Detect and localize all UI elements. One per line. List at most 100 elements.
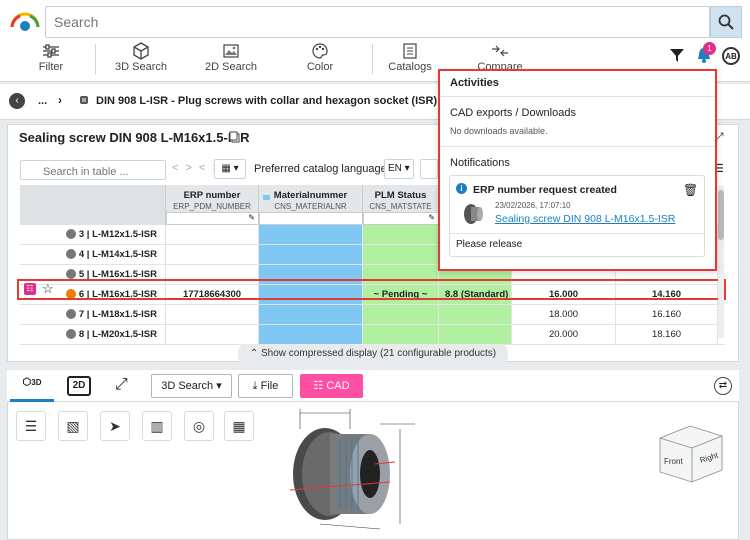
sync-icon[interactable]: ⇄ — [714, 377, 732, 395]
logo-icon[interactable] — [8, 9, 42, 31]
table-header-label — [20, 185, 166, 225]
trash-icon[interactable]: 🗑︎ — [683, 183, 698, 197]
plm-status-cell[interactable] — [363, 325, 439, 344]
search-button[interactable] — [710, 6, 742, 38]
dimension-d1-cell[interactable]: 20.000 — [512, 325, 616, 344]
cad-exports-empty: No downloads available. — [450, 126, 548, 136]
palette-icon — [312, 43, 328, 59]
status-dot-icon — [66, 309, 77, 320]
copy-icon[interactable] — [229, 131, 240, 143]
breadcrumb-ellipsis[interactable]: ... — [38, 95, 47, 107]
column-materialnummer-sub: CNS_MATERIALNR — [274, 202, 347, 211]
toolbar-catalogs[interactable]: Catalogs — [385, 41, 435, 77]
cube-icon — [133, 42, 149, 60]
row-label: 4 | L-M14x1.5-ISR — [76, 249, 157, 260]
dimension-d2-cell[interactable]: 16.160 — [616, 305, 718, 324]
compressed-display-toggle[interactable]: ⌃ Show compressed display (21 configurab… — [238, 344, 508, 364]
row-label-cell[interactable]: 4 | L-M14x1.5-ISR — [20, 245, 166, 264]
status-dot-icon — [66, 329, 77, 340]
divider — [440, 96, 715, 97]
cad-exports-title: CAD exports / Downloads — [450, 107, 576, 119]
file-label: File — [260, 380, 279, 392]
plm-status-cell[interactable] — [363, 245, 439, 264]
3d-search-dropdown[interactable]: 3D Search ▾ — [151, 374, 232, 398]
back-button[interactable]: ‹ — [9, 93, 25, 109]
plm-status-cell[interactable] — [363, 225, 439, 244]
product-thumbnail — [464, 204, 483, 224]
edit-icon[interactable]: ✎ — [166, 212, 259, 225]
list-icon[interactable]: ☰ — [16, 411, 46, 441]
erp-cell[interactable] — [166, 245, 259, 264]
edit-icon[interactable]: ✎ — [363, 212, 439, 225]
cad-link-icon[interactable]: ☷ — [24, 283, 36, 295]
chevron-right-icon: › — [58, 93, 62, 107]
row-label-cell[interactable]: 8 | L-M20x1.5-ISR — [20, 325, 166, 344]
materialnummer-cell[interactable] — [259, 225, 363, 244]
cad-button[interactable]: ☷ CAD — [300, 374, 363, 398]
notification-product-link[interactable]: Sealing screw DIN 908 L-M16x1.5-ISR — [495, 213, 675, 225]
notification-message: Please release — [456, 239, 523, 250]
materialnummer-cell[interactable] — [259, 325, 363, 344]
toolbar-2d-search[interactable]: 2D Search — [200, 41, 262, 77]
table-search-input[interactable] — [20, 160, 166, 180]
dimension-d1-cell[interactable]: 18.000 — [512, 305, 616, 324]
status-dot-icon — [66, 229, 77, 240]
table-view-icon[interactable]: ▦ — [224, 411, 254, 441]
toolbar-color-label: Color — [306, 61, 334, 73]
table-row[interactable]: 8 | L-M20x1.5-ISR 20.000 18.160 — [20, 325, 725, 345]
activities-title: Activities — [450, 77, 499, 89]
column-filter-field[interactable] — [259, 212, 363, 225]
version-cell[interactable] — [439, 305, 512, 324]
version-cell[interactable] — [439, 325, 512, 344]
scrollbar-thumb[interactable] — [718, 190, 724, 240]
erp-cell[interactable] — [166, 325, 259, 344]
search-input[interactable] — [45, 6, 710, 38]
3d-model-view[interactable] — [280, 404, 440, 540]
chevron-up-icon: ⌃ — [249, 348, 259, 359]
toolbar-filter-label: Filter — [38, 61, 64, 73]
compare-arrows-icon — [492, 45, 508, 57]
info-icon: i — [456, 183, 467, 194]
caret-down-icon: ▾ — [216, 380, 222, 392]
panel-title: Sealing screw DIN 908 L-M16x1.5-ISR — [19, 130, 250, 145]
erp-cell[interactable] — [166, 305, 259, 324]
row-label: 3 | L-M12x1.5-ISR — [76, 229, 157, 240]
tab-2d[interactable]: 2D — [67, 376, 91, 396]
notifications-title: Notifications — [450, 157, 510, 169]
tab-3d[interactable]: ⬡3D — [10, 372, 54, 402]
tab-3d-label: 3D — [31, 378, 42, 387]
cad-icon: ☷ — [313, 380, 324, 392]
shaded-view-icon[interactable]: ▥ — [142, 411, 172, 441]
column-settings-button[interactable]: ▦ ▾ — [214, 159, 246, 179]
3d-search-label: 3D Search — [161, 380, 214, 392]
mesh-view-icon[interactable]: ▧ — [58, 411, 88, 441]
toolbar-color[interactable]: Color — [300, 41, 340, 77]
toolbar-filter[interactable]: Filter — [22, 41, 80, 77]
measure-icon[interactable]: ⤢ — [115, 376, 128, 394]
avatar[interactable]: AB — [722, 47, 740, 65]
table-filter-button[interactable] — [420, 159, 438, 179]
divider — [450, 233, 704, 234]
view-cube[interactable]: Front Right — [650, 418, 730, 488]
language-select[interactable]: EN ▾ — [384, 159, 414, 179]
erp-cell[interactable] — [166, 225, 259, 244]
column-materialnummer-title: Materialnummer — [273, 190, 348, 201]
file-button[interactable]: ⤓ File — [238, 374, 293, 398]
column-plm-sub: CNS_MATSTATE — [369, 202, 432, 211]
pointer-icon[interactable]: ➤ — [100, 411, 130, 441]
row-label-cell[interactable]: 7 | L-M18x1.5-ISR — [20, 305, 166, 324]
filter-funnel-icon[interactable] — [669, 47, 685, 63]
table-row[interactable]: 7 | L-M18x1.5-ISR 18.000 16.160 — [20, 305, 725, 325]
dimension-d2-cell[interactable]: 18.160 — [616, 325, 718, 344]
materialnummer-cell[interactable] — [259, 305, 363, 324]
plm-status-cell[interactable] — [363, 305, 439, 324]
materialnummer-cell[interactable] — [259, 245, 363, 264]
cylinder-view-icon[interactable]: ◎ — [184, 411, 214, 441]
row-label-cell[interactable]: 3 | L-M12x1.5-ISR — [20, 225, 166, 244]
column-erp-sub: ERP_PDM_NUMBER — [173, 202, 251, 211]
filter-sliders-icon — [43, 44, 59, 58]
toolbar-divider — [95, 44, 96, 74]
language-select-value: EN — [388, 163, 402, 174]
star-icon[interactable]: ☆ — [42, 281, 54, 297]
toolbar-3d-search[interactable]: 3D Search — [110, 41, 172, 77]
